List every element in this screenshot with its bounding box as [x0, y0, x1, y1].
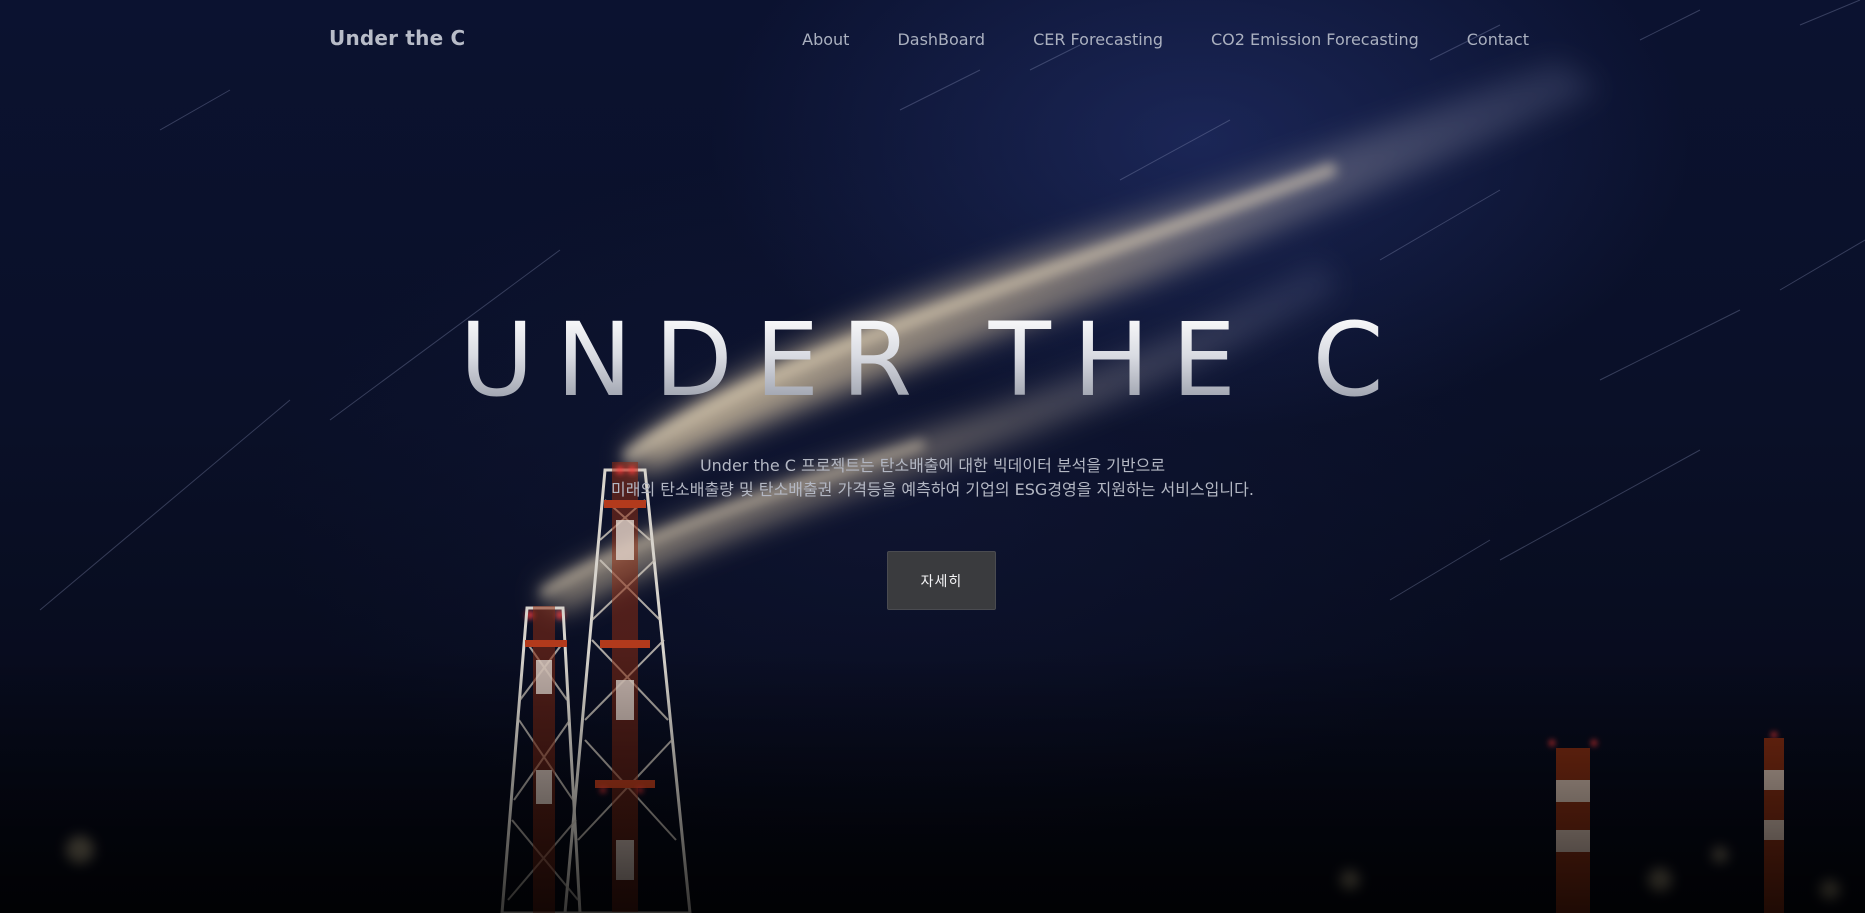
hero-description: Under the C 프로젝트는 탄소배출에 대한 빅데이터 분석을 기반으로…: [0, 454, 1865, 502]
nav-link-contact[interactable]: Contact: [1467, 30, 1529, 49]
hero-title: UNDER THE C: [0, 310, 1865, 412]
navbar: Under the C About DashBoard CER Forecast…: [0, 0, 1865, 80]
hero-description-line-1: Under the C 프로젝트는 탄소배출에 대한 빅데이터 분석을 기반으로: [699, 456, 1166, 475]
details-button[interactable]: 자세히: [887, 551, 996, 610]
nav-link-dashboard[interactable]: DashBoard: [897, 30, 985, 49]
nav-item-co2-emission-forecasting: CO2 Emission Forecasting: [1211, 30, 1419, 49]
nav-item-cer-forecasting: CER Forecasting: [1033, 30, 1163, 49]
nav-menu: About DashBoard CER Forecasting CO2 Emis…: [802, 30, 1529, 49]
nav-item-dashboard: DashBoard: [897, 30, 985, 49]
hero-section: Under the C About DashBoard CER Forecast…: [0, 0, 1865, 913]
nav-link-about[interactable]: About: [802, 30, 849, 49]
hero-description-line-2: 미래의 탄소배출량 및 탄소배출권 가격등을 예측하여 기업의 ESG경영을 지…: [611, 480, 1254, 499]
brand-logo-link[interactable]: Under the C: [329, 26, 465, 50]
nav-item-about: About: [802, 30, 849, 49]
nav-item-contact: Contact: [1467, 30, 1529, 49]
nav-link-cer-forecasting[interactable]: CER Forecasting: [1033, 30, 1163, 49]
nav-link-co2-emission-forecasting[interactable]: CO2 Emission Forecasting: [1211, 30, 1419, 49]
